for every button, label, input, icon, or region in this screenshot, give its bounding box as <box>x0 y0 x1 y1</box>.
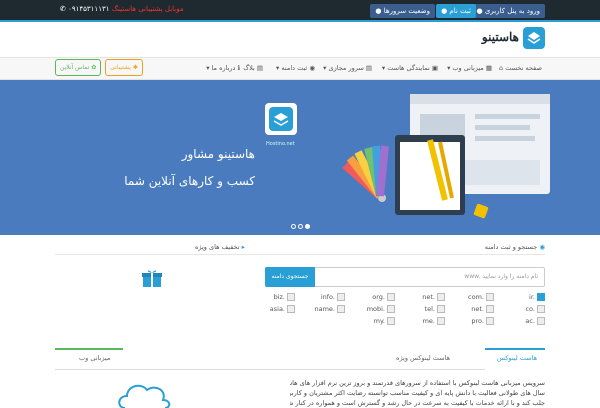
tab-special-linux-hosting[interactable]: هاست لینوکس ویژه <box>396 354 450 362</box>
tld-checkbox[interactable] <box>486 305 494 313</box>
main-nav: ⌂ صفحه نخست ▾ میزبانی وب ▦ ▾ نمایندگی ها… <box>0 58 600 80</box>
server-icon: ● <box>375 7 384 15</box>
tld-checkbox[interactable] <box>437 293 445 301</box>
globe-icon: ◉ <box>307 64 315 72</box>
tld-checkbox[interactable] <box>337 293 345 301</box>
tag-icon: ▸ <box>239 243 245 251</box>
login-button[interactable]: ● ورود به پنل کاربری <box>471 4 545 18</box>
tld-checkbox[interactable] <box>486 317 494 325</box>
tld-option[interactable]: org. <box>372 293 395 301</box>
hosting-tabs: هاست لینوکس هاست لینوکس ویژه میزبانی وب <box>55 348 545 370</box>
slider-dots <box>290 222 311 231</box>
support-button[interactable]: پشتیبانی ✱ <box>105 59 143 76</box>
tld-checkbox[interactable] <box>387 293 395 301</box>
tld-option[interactable]: my. <box>374 317 395 325</box>
server-icon: ▤ <box>363 64 372 72</box>
domain-search-button[interactable]: جستجوی دامنه <box>265 267 315 287</box>
phone-number: ۰۹۱۴۵۳۱۱۱۳۱ <box>68 5 110 13</box>
support-phone[interactable]: ✆ موبایل پشتیبانی هاستینگ ۰۹۱۴۵۳۱۱۱۳۱ <box>60 5 184 13</box>
globe-icon: ◉ <box>537 243 545 251</box>
tld-option[interactable]: tel. <box>425 305 445 313</box>
site-header: هاستینو <box>0 22 600 58</box>
domain-search-title: جستجو و ثبت دامنه ◉ <box>484 243 545 251</box>
tld-option[interactable]: me. <box>423 317 445 325</box>
tld-option[interactable]: net. <box>422 293 445 301</box>
server-status-button[interactable]: ● وضعیت سرورها <box>370 4 435 18</box>
tld-checkbox[interactable] <box>387 317 395 325</box>
cloud-icon <box>118 384 171 408</box>
tld-option[interactable]: pro. <box>471 317 494 325</box>
tld-option[interactable]: name. <box>315 305 345 313</box>
nav-item-blog[interactable]: بلاگ ▤ <box>243 64 263 72</box>
tld-option[interactable]: co. <box>525 305 545 313</box>
about-paragraph: سرویس میزبانی هاست لینوکس با استفاده از … <box>290 379 545 407</box>
briefcase-icon: ▣ <box>429 64 438 72</box>
user-icon: ● <box>476 7 485 15</box>
info-icon: ℹ <box>235 64 240 72</box>
hero-illustration <box>342 94 550 219</box>
hero-logo-sub: Hostino.net <box>266 141 295 147</box>
tld-checkbox[interactable] <box>287 305 295 313</box>
logo-text: هاستینو <box>481 30 519 44</box>
tld-checkbox[interactable] <box>537 293 545 301</box>
tld-checkbox[interactable] <box>486 293 494 301</box>
domain-search-box: www. نام دامنه را وارد نمایید جستجوی دام… <box>265 267 545 287</box>
star-icon: ✱ <box>130 64 138 71</box>
slider-dot-active[interactable] <box>305 224 310 229</box>
hero-slider: Hostino.net هاستینو مشاور کسب و کارهای آ… <box>0 80 600 235</box>
tld-option[interactable]: asia. <box>270 305 295 313</box>
nav-item-web-hosting[interactable]: ▾ میزبانی وب ▦ <box>447 64 492 72</box>
online-contact-button[interactable]: تماس آنلاین ✿ <box>55 59 102 76</box>
nav-item-vps[interactable]: ▾ سرور مجازی ▤ <box>323 64 372 72</box>
tld-checkbox[interactable] <box>287 293 295 301</box>
tld-option[interactable]: com. <box>468 293 494 301</box>
phone-label: موبایل پشتیبانی هاستینگ <box>111 5 184 13</box>
nav-item-home[interactable]: ⌂ صفحه نخست <box>499 64 542 72</box>
layers-icon: ▦ <box>483 64 492 72</box>
chat-icon: ✿ <box>89 64 97 71</box>
logo-box-icon <box>523 27 545 49</box>
hero-logo-icon <box>265 103 297 135</box>
special-offers-title: تخفیف های ویژه ▸ <box>195 243 245 251</box>
tab-linux-hosting[interactable]: هاست لینوکس <box>497 354 537 362</box>
divider <box>55 254 545 255</box>
tld-option[interactable]: info. <box>321 293 345 301</box>
hero-line-1: هاستینو مشاور <box>181 147 255 161</box>
tld-option[interactable]: net. <box>471 305 494 313</box>
tab-web-hosting[interactable]: میزبانی وب <box>79 354 110 362</box>
tld-option[interactable]: mobi. <box>367 305 395 313</box>
tld-checkbox[interactable] <box>537 317 545 325</box>
hero-line-2: کسب و کارهای آنلاین شما <box>124 174 255 188</box>
slider-dot[interactable] <box>291 224 296 229</box>
document-icon: ▤ <box>254 64 263 72</box>
site-logo[interactable]: هاستینو <box>475 27 545 53</box>
domain-search-input[interactable]: www. نام دامنه را وارد نمایید <box>464 273 538 280</box>
tld-checkbox[interactable] <box>387 305 395 313</box>
nav-item-about[interactable]: ▾ درباره ما ℹ <box>206 64 240 72</box>
tld-checkbox[interactable] <box>437 317 445 325</box>
nav-item-domain[interactable]: ▾ ثبت دامنه ◉ <box>276 64 315 72</box>
tld-option[interactable]: biz. <box>274 293 295 301</box>
slider-dot[interactable] <box>298 224 303 229</box>
tld-checkbox[interactable] <box>537 305 545 313</box>
tld-checkbox[interactable] <box>337 305 345 313</box>
top-bar: ✆ موبایل پشتیبانی هاستینگ ۰۹۱۴۵۳۱۱۱۳۱ ● … <box>0 0 600 22</box>
phone-icon: ✆ <box>60 5 66 13</box>
tld-option[interactable]: ir. <box>529 293 545 301</box>
tld-checkbox[interactable] <box>437 305 445 313</box>
nav-item-reseller[interactable]: ▾ نمایندگی هاست ▣ <box>382 64 438 72</box>
gift-icon <box>142 270 162 287</box>
tld-option[interactable]: ac. <box>525 317 545 325</box>
register-button[interactable]: ● ثبت نام <box>436 4 476 18</box>
